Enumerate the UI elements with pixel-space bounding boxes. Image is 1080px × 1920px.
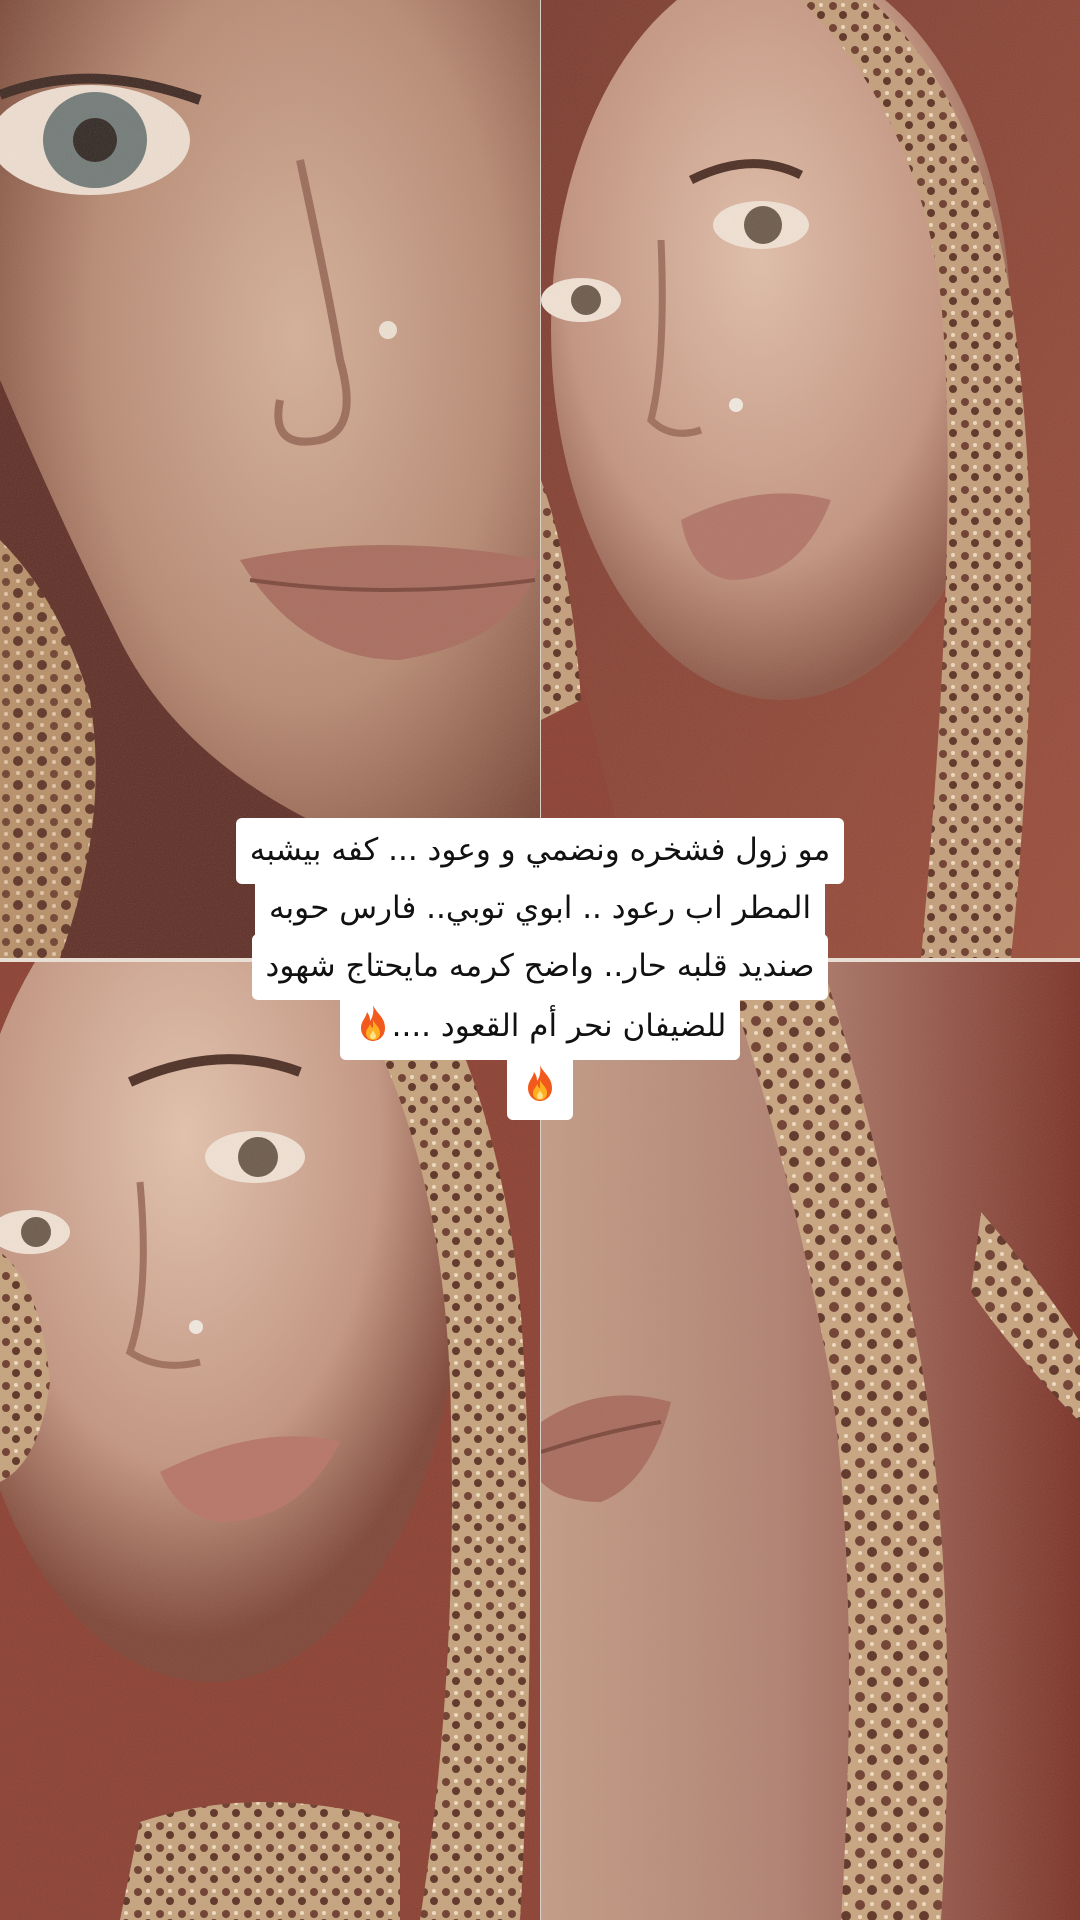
photo-bottom-left xyxy=(0,962,540,1920)
story-canvas: مو زول فشخره ونضمي و وعود ... كفه بيشبه … xyxy=(0,0,1080,1920)
photo-top-left xyxy=(0,0,540,958)
photo-bottom-right xyxy=(541,962,1080,1920)
photo-divider-horizontal xyxy=(0,958,1080,962)
photo-top-right xyxy=(541,0,1080,958)
